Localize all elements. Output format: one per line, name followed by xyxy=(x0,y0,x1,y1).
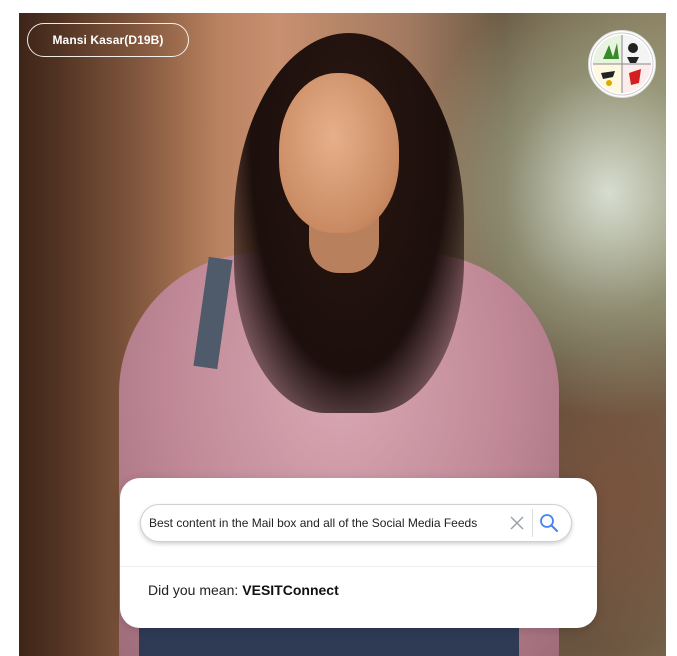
search-input[interactable]: Best content in the Mail box and all of … xyxy=(140,504,572,542)
club-logo-icon xyxy=(588,30,656,98)
did-you-mean-label: Did you mean: xyxy=(148,582,239,598)
post-canvas: Mansi Kasar(D19B) Best content in the Ma… xyxy=(0,0,677,656)
card-divider xyxy=(120,566,597,567)
did-you-mean: Did you mean: VESITConnect xyxy=(148,582,339,598)
search-query-text[interactable]: Best content in the Mail box and all of … xyxy=(149,505,504,541)
close-icon[interactable] xyxy=(507,513,527,533)
search-icon[interactable] xyxy=(537,511,561,535)
name-tag: Mansi Kasar(D19B) xyxy=(27,23,189,57)
person-face xyxy=(279,73,399,233)
search-divider xyxy=(532,509,533,537)
name-tag-label: Mansi Kasar(D19B) xyxy=(52,33,164,47)
suggested-term-link[interactable]: VESITConnect xyxy=(242,582,338,598)
search-card: Best content in the Mail box and all of … xyxy=(120,478,597,628)
